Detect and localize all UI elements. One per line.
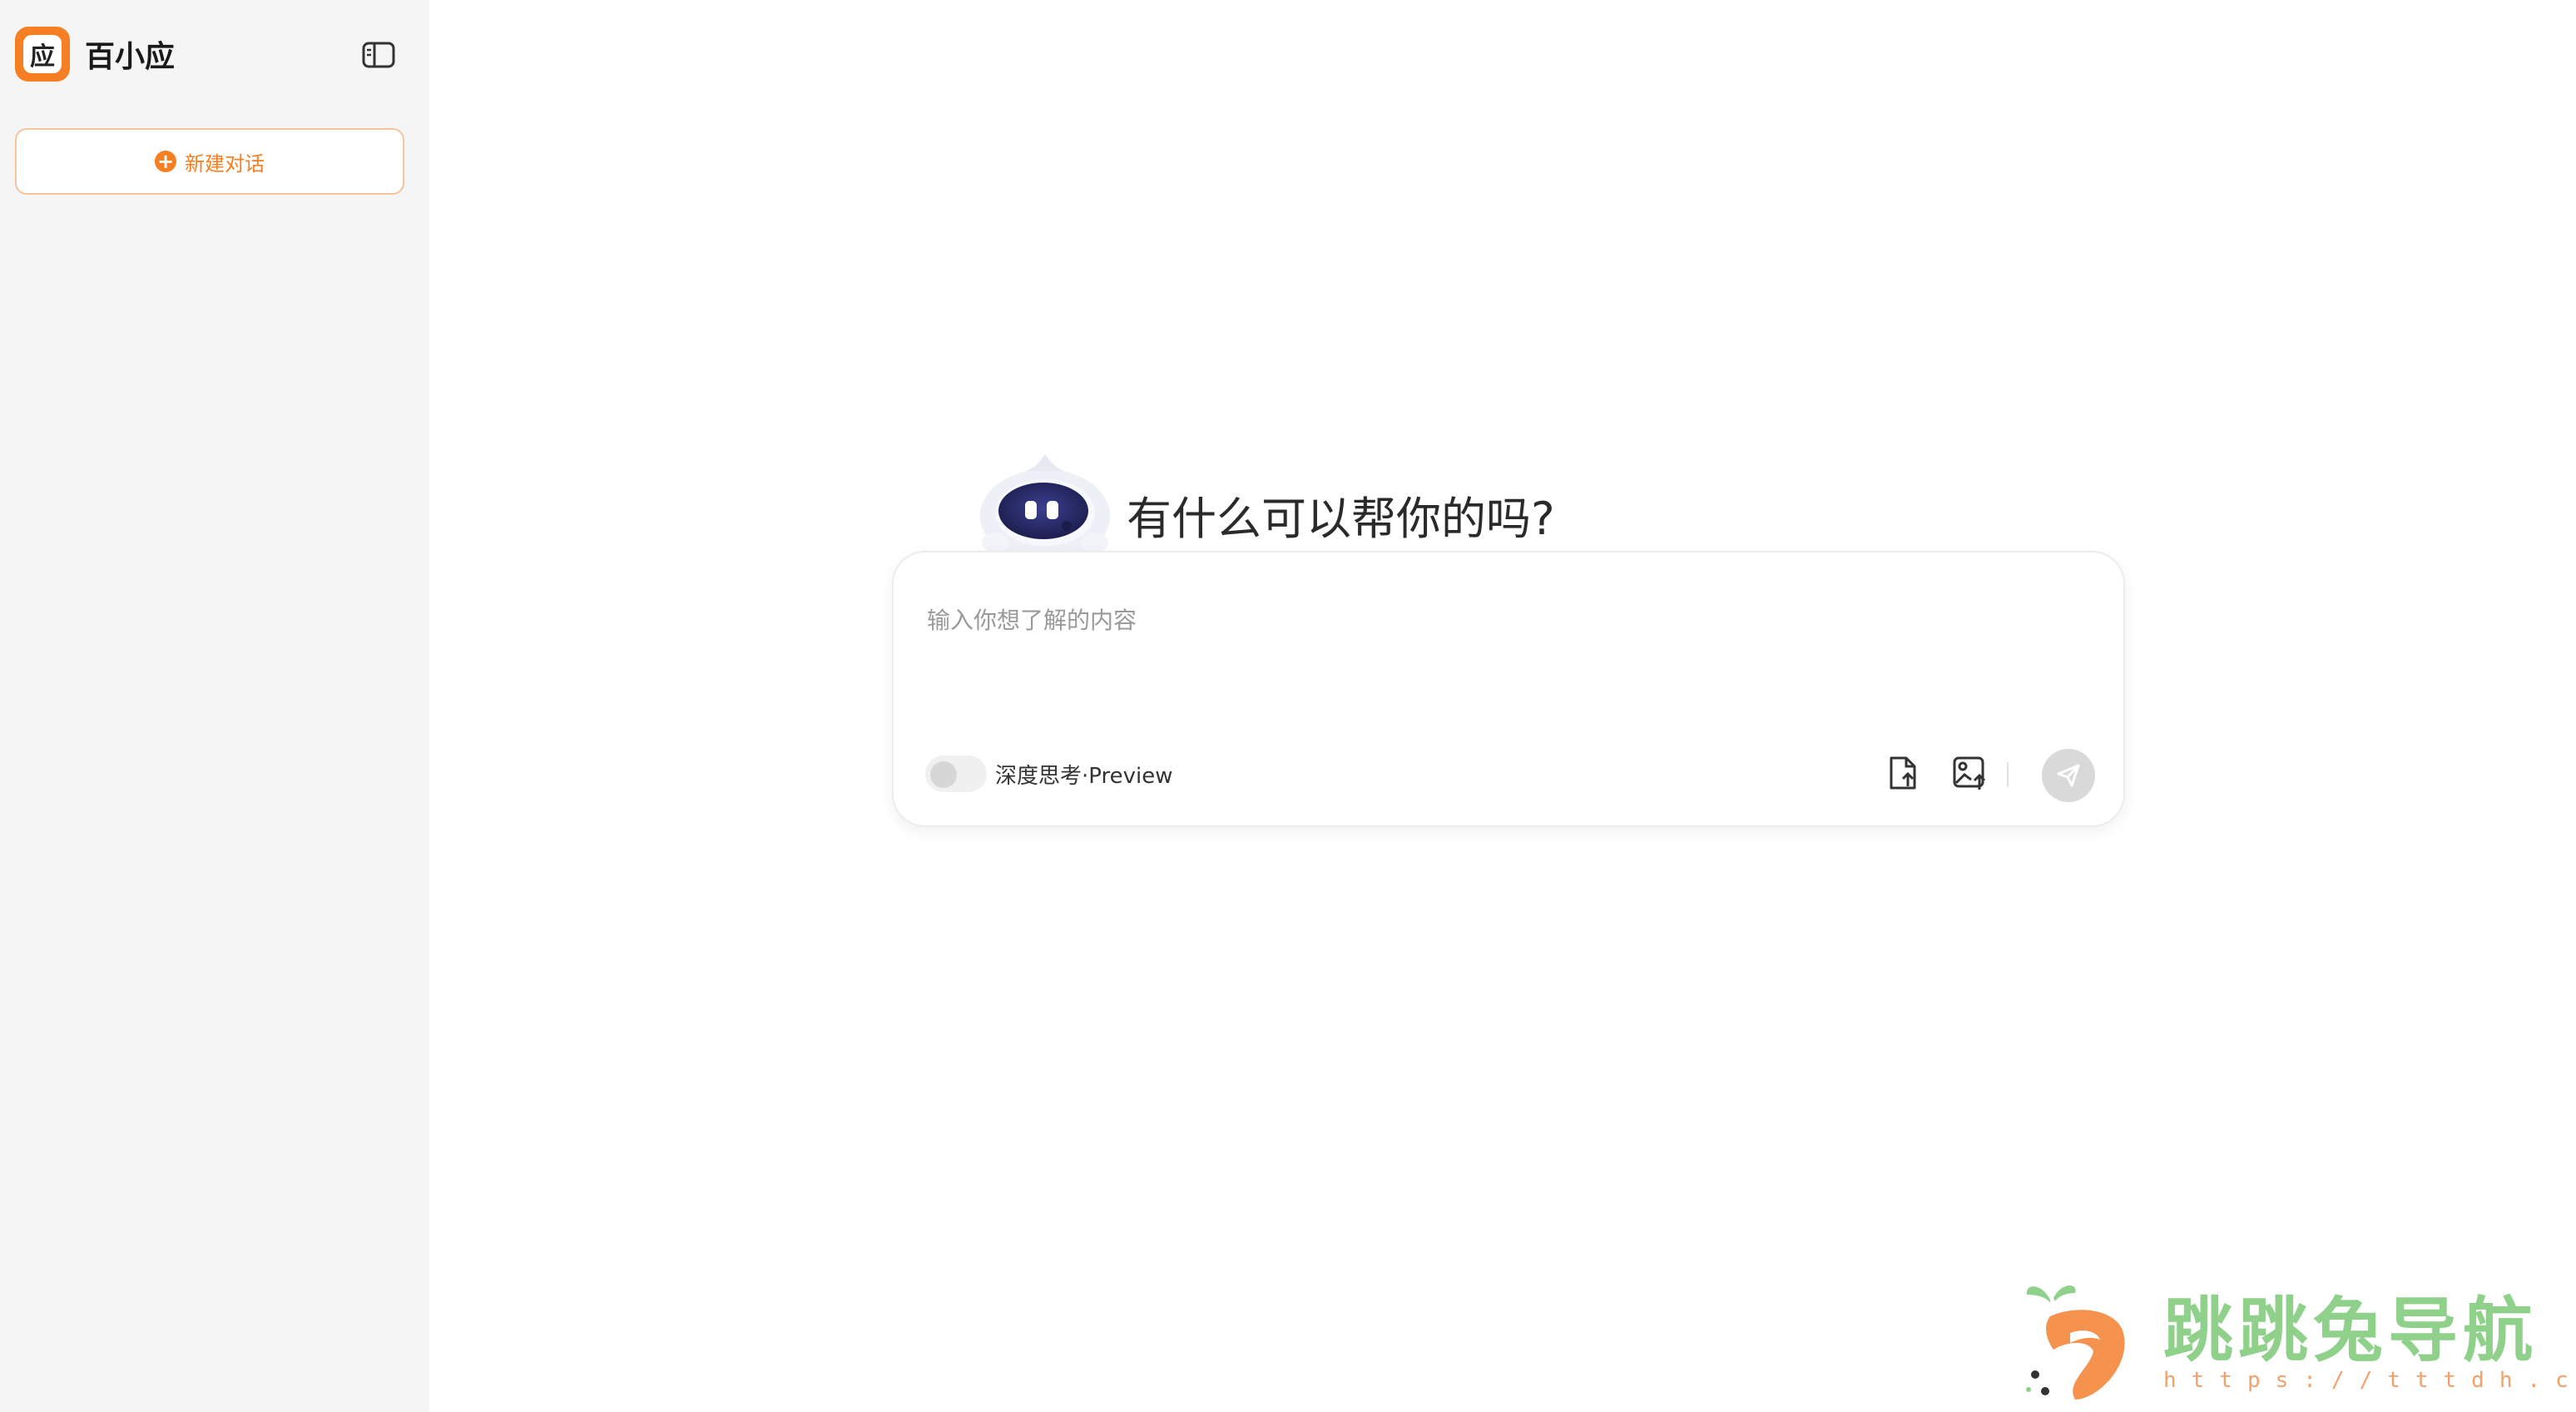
app-name: 百小应 [85, 40, 176, 74]
sidebar-toggle-icon [362, 42, 395, 68]
toggle-switch[interactable] [925, 756, 987, 792]
brand[interactable]: 应 百小应 [15, 27, 175, 82]
send-icon [2057, 764, 2080, 787]
logo-glyph: 应 [23, 35, 62, 73]
upload-file-button[interactable] [1882, 752, 1924, 794]
toolbar-divider [2007, 762, 2009, 787]
plus-circle-icon: + [155, 151, 176, 172]
toggle-knob [930, 761, 957, 788]
robot-mascot-icon [978, 449, 1112, 562]
deep-think-toggle[interactable]: 深度思考·Preview [925, 756, 1172, 792]
sidebar-toggle-button[interactable] [361, 38, 396, 72]
greeting: 有什么可以帮你的吗? [978, 449, 1555, 562]
chat-input[interactable] [925, 594, 2093, 646]
watermark-title: 跳跳兔导航 [2163, 1290, 2539, 1371]
send-button[interactable] [2042, 749, 2095, 802]
upload-image-button[interactable] [1949, 752, 1990, 794]
watermark-url: https://tttdh.com [2163, 1368, 2576, 1393]
app-window: 应 百小应 + 新建对话 有什么可以帮你的吗? 输入你想了解的内容 深度思考·P… [0, 0, 2576, 1412]
image-upload-icon [1953, 756, 1986, 790]
sidebar: 应 百小应 + 新建对话 [0, 0, 429, 1412]
app-logo: 应 [15, 27, 70, 82]
new-chat-label: 新建对话 [185, 151, 265, 176]
deep-think-label: 深度思考·Preview [995, 763, 1173, 789]
new-chat-button[interactable]: + 新建对话 [15, 128, 404, 195]
chat-composer: 深度思考·Preview [892, 551, 2125, 827]
greeting-text: 有什么可以帮你的吗? [1127, 492, 1555, 545]
file-upload-icon [1890, 756, 1916, 790]
rabbit-logo-icon [2026, 1285, 2125, 1400]
watermark: 跳跳兔导航 https://tttdh.com [2017, 1275, 2576, 1408]
